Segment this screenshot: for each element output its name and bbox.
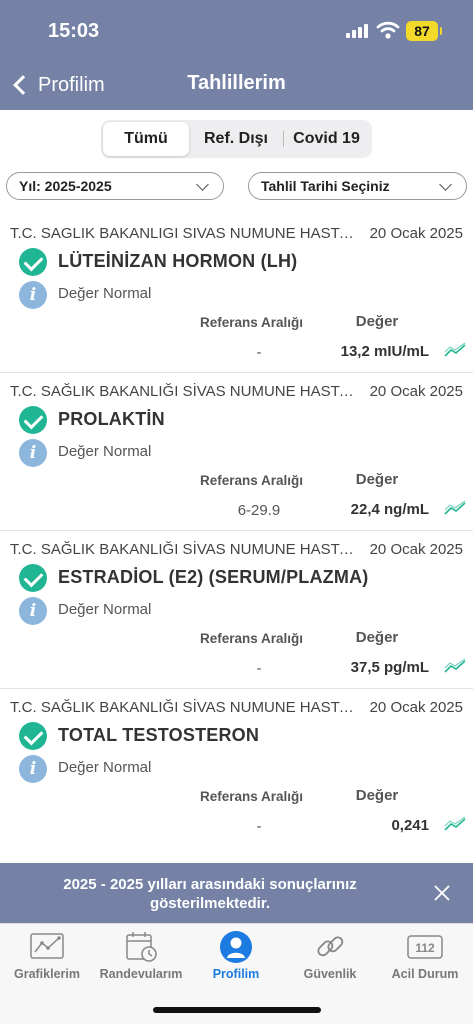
back-button[interactable]: Profilim [10,70,105,100]
check-circle-icon [19,564,47,592]
hospital-name: T.C. SAĞLIK BAKANLIĞI SİVAS NUMUNE HASTA… [10,541,354,558]
result-card[interactable]: T.C. SAĞLIK BAKANLIĞI SİVAS NUMUNE HASTA… [0,689,473,847]
chevron-down-icon [196,178,209,191]
home-indicator [153,1007,321,1013]
result-date: 20 Ocak 2025 [369,225,463,242]
result-value: 0,241 [391,817,429,834]
chevron-down-icon [439,178,452,191]
back-button-label: Profilim [38,73,105,96]
emergency-badge-text: 112 [415,941,435,955]
filter-segmented-control: Tümü Ref. Dışı Covid 19 [101,120,372,158]
test-name: TOTAL TESTOSTERON [58,725,260,745]
close-icon[interactable] [432,883,452,903]
status-time: 15:03 [48,20,100,42]
result-card[interactable]: T.C. SAĞLIK BAKANLIĞI SİVAS NUMUNE HASTA… [0,373,473,531]
result-status: Değer Normal [58,443,152,460]
chart-icon [30,933,64,959]
reference-range-header: Referans Aralığı [200,315,304,330]
result-status: Değer Normal [58,285,152,302]
test-date-dropdown-value: Tahlil Tarihi Seçiniz [261,178,390,194]
info-icon: i [19,597,47,625]
result-value: 22,4 ng/mL [350,501,429,518]
value-header: Değer [355,313,399,330]
tab-label: Güvenlik [303,967,357,981]
test-name: PROLAKTİN [58,409,165,429]
result-card[interactable]: T.C. SAĞLIK BAKANLIĞI SİVAS NUMUNE HASTA… [0,531,473,689]
reference-range-header: Referans Aralığı [200,789,304,804]
toast-message: 2025 - 2025 yılları arasındaki sonuçları… [63,876,357,912]
result-date: 20 Ocak 2025 [369,541,463,558]
tab-label: Acil Durum [391,967,459,981]
reference-range-header: Referans Aralığı [200,473,304,488]
value-header: Değer [355,471,399,488]
check-circle-icon [19,248,47,276]
tab-label: Profilim [212,967,260,981]
cellular-signal-icon [346,24,370,38]
tab-guvenlik[interactable]: Güvenlik [283,924,377,988]
check-circle-icon [19,406,47,434]
segment-all[interactable]: Tümü [103,122,189,156]
tab-profilim[interactable]: Profilim [189,924,283,988]
value-header: Değer [355,787,399,804]
wifi-icon [376,21,400,39]
segment-out-of-range[interactable]: Ref. Dışı [189,122,283,156]
test-date-dropdown[interactable]: Tahlil Tarihi Seçiniz [248,172,467,200]
year-dropdown[interactable]: Yıl: 2025-2025 [6,172,224,200]
result-status: Değer Normal [58,759,152,776]
segment-covid[interactable]: Covid 19 [283,122,370,156]
tab-randevularim[interactable]: Randevularım [94,924,188,988]
chevron-left-icon [13,75,33,95]
trend-chart-icon[interactable] [444,500,466,516]
link-icon [317,936,344,957]
trend-chart-icon[interactable] [444,816,466,832]
test-name: ESTRADİOL (E2) (SERUM/PLAZMA) [58,567,369,587]
person-icon [220,931,252,963]
calendar-clock-icon [126,932,157,962]
result-value: 37,5 pg/mL [350,659,429,676]
navigation-bar: Tahlillerim Profilim [0,62,473,110]
value-header: Değer [355,629,399,646]
year-dropdown-value: Yıl: 2025-2025 [19,178,112,194]
reference-range-header: Referans Aralığı [200,631,304,646]
info-toast: 2025 - 2025 yılları arasındaki sonuçları… [0,863,473,923]
info-icon: i [19,755,47,783]
battery-indicator: 87 [406,21,442,41]
result-date: 20 Ocak 2025 [369,383,463,400]
tab-acil-durum[interactable]: 112 Acil Durum [378,924,472,988]
trend-chart-icon[interactable] [444,342,466,358]
tab-label: Randevularım [99,967,183,981]
trend-chart-icon[interactable] [444,658,466,674]
result-value: 13,2 mIU/mL [340,343,429,360]
result-status: Değer Normal [58,601,152,618]
hospital-name: T.C. SAĞLIK BAKANLIĞI SİVAS NUMUNE HASTA… [10,699,354,716]
status-bar: 15:03 87 [0,0,473,62]
hospital-name: T.C. SAĞLIK BAKANLIĞI SİVAS NUMUNE HASTA… [10,383,354,400]
info-icon: i [19,281,47,309]
check-circle-icon [19,722,47,750]
tab-label: Grafiklerim [13,967,80,981]
emergency-112-icon: 112 [407,935,443,959]
result-card[interactable]: T.C. SAGLIK BAKANLIGI SIVAS NUMUNE HASTA… [0,215,473,373]
hospital-name: T.C. SAGLIK BAKANLIGI SIVAS NUMUNE HASTA… [10,225,354,242]
result-date: 20 Ocak 2025 [369,699,463,716]
info-icon: i [19,439,47,467]
tab-grafiklerim[interactable]: Grafiklerim [0,924,94,988]
test-name: LÜTEİNİZAN HORMON (LH) [58,251,298,271]
